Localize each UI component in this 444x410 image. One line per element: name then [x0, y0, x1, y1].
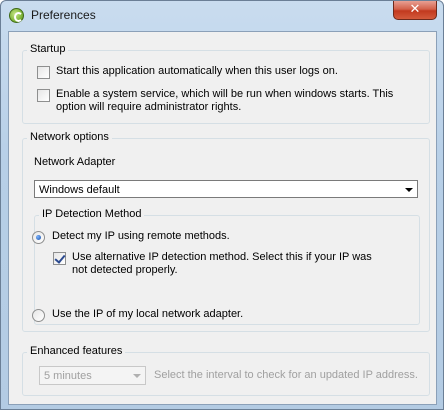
enhanced-features-legend: Enhanced features — [27, 345, 126, 357]
network-adapter-value: Windows default — [39, 184, 120, 196]
interval-description: Select the interval to check for an upda… — [154, 369, 418, 381]
system-service-checkbox[interactable] — [37, 89, 50, 102]
startup-group: Startup Start this application automatic… — [22, 43, 430, 124]
auto-start-checkbox[interactable] — [37, 66, 50, 79]
ip-detection-group: IP Detection Method Detect my IP using r… — [32, 208, 420, 325]
network-options-group: Network options Network Adapter Windows … — [22, 131, 430, 332]
local-adapter-label[interactable]: Use the IP of my local network adapter. — [52, 308, 243, 320]
auto-start-label[interactable]: Start this application automatically whe… — [56, 65, 338, 77]
detect-remote-radio[interactable] — [32, 231, 45, 244]
system-service-label-line1[interactable]: Enable a system service, which will be r… — [56, 88, 393, 100]
close-icon: ✕ — [409, 2, 421, 17]
detect-remote-label[interactable]: Detect my IP using remote methods. — [52, 230, 230, 242]
system-service-label-line2[interactable]: option will require administrator rights… — [56, 101, 241, 113]
network-adapter-select[interactable]: Windows default — [34, 180, 418, 198]
network-options-legend: Network options — [27, 131, 112, 143]
preferences-client-area: Startup Start this application automatic… — [8, 31, 437, 405]
close-button[interactable]: ✕ — [393, 1, 437, 20]
interval-value: 5 minutes — [44, 370, 92, 382]
alternative-detection-label-line2[interactable]: not detected properly. — [72, 264, 178, 276]
ip-detection-legend: IP Detection Method — [39, 208, 145, 220]
network-adapter-label: Network Adapter — [34, 156, 116, 168]
window-title: Preferences — [31, 8, 96, 22]
chevron-down-icon — [133, 374, 141, 378]
startup-legend: Startup — [27, 43, 69, 55]
title-bar[interactable]: Preferences ✕ — [1, 1, 443, 31]
app-logo-icon — [9, 8, 24, 23]
enhanced-features-group: Enhanced features 5 minutes Select the i… — [22, 345, 430, 396]
alternative-detection-checkbox[interactable] — [53, 252, 66, 265]
local-adapter-radio[interactable] — [32, 309, 45, 322]
chevron-down-icon — [405, 188, 413, 192]
alternative-detection-label-line1[interactable]: Use alternative IP detection method. Sel… — [72, 251, 372, 263]
preferences-window: Preferences ✕ Startup Start this applica… — [0, 0, 444, 410]
interval-select[interactable]: 5 minutes — [39, 366, 146, 385]
